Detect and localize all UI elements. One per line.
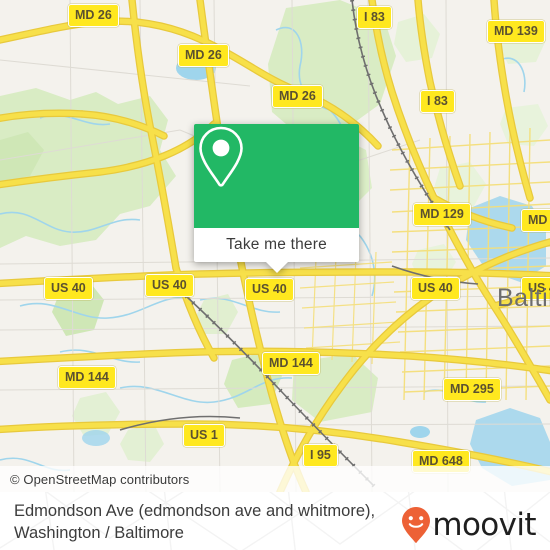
road-shield: US 40 xyxy=(411,277,460,300)
location-title-line1: Edmondson Ave (edmondson ave and whitmor… xyxy=(14,502,376,520)
map-attribution-text[interactable]: © OpenStreetMap contributors xyxy=(0,472,189,487)
callout-pointer-tip xyxy=(265,262,288,273)
road-shield: MD 26 xyxy=(272,85,323,108)
footer-bar: Edmondson Ave (edmondson ave and whitmor… xyxy=(0,492,550,550)
moovit-logo[interactable]: moovit xyxy=(401,506,537,544)
road-shield: I 83 xyxy=(357,6,392,29)
road-shield: MD 129 xyxy=(413,203,471,226)
road-shield: MD 295 xyxy=(443,378,501,401)
road-shield: MD 144 xyxy=(58,366,116,389)
road-shield: MD 144 xyxy=(262,352,320,375)
callout-action-bar[interactable]: Take me there xyxy=(194,228,359,262)
road-shield: US 40 xyxy=(245,278,294,301)
road-shield: US 40 xyxy=(145,274,194,297)
map-canvas[interactable]: MD 26 MD 26 MD 26 I 83 MD 139 I 83 MD 129 MD 2 U… xyxy=(0,0,550,492)
screenshot-root: MD 26 MD 26 MD 26 I 83 MD 139 I 83 MD 129 MD 2 U… xyxy=(0,0,550,550)
location-title: Edmondson Ave (edmondson ave and whitmor… xyxy=(14,500,394,544)
moovit-pin-smiley-icon xyxy=(402,507,431,543)
road-shield: I 95 xyxy=(303,444,338,467)
road-shield: MD 26 xyxy=(68,4,119,27)
location-title-line2: Washington / Baltimore xyxy=(14,524,184,542)
location-pin-icon xyxy=(199,126,243,187)
road-shield: I 83 xyxy=(420,90,455,113)
road-shield: MD 26 xyxy=(178,44,229,67)
take-me-there-label: Take me there xyxy=(226,236,327,253)
callout-icon-panel xyxy=(194,124,359,228)
road-shield: MD 139 xyxy=(487,20,545,43)
road-shield: US 40 xyxy=(44,277,93,300)
road-shield: US 1 xyxy=(183,424,225,447)
moovit-wordmark: moovit xyxy=(432,506,536,543)
map-attribution-bar: © OpenStreetMap contributors xyxy=(0,466,550,492)
road-shield: MD 2 xyxy=(521,209,550,232)
city-label: Baltim xyxy=(497,284,550,312)
location-callout-card[interactable]: Take me there xyxy=(194,124,359,273)
